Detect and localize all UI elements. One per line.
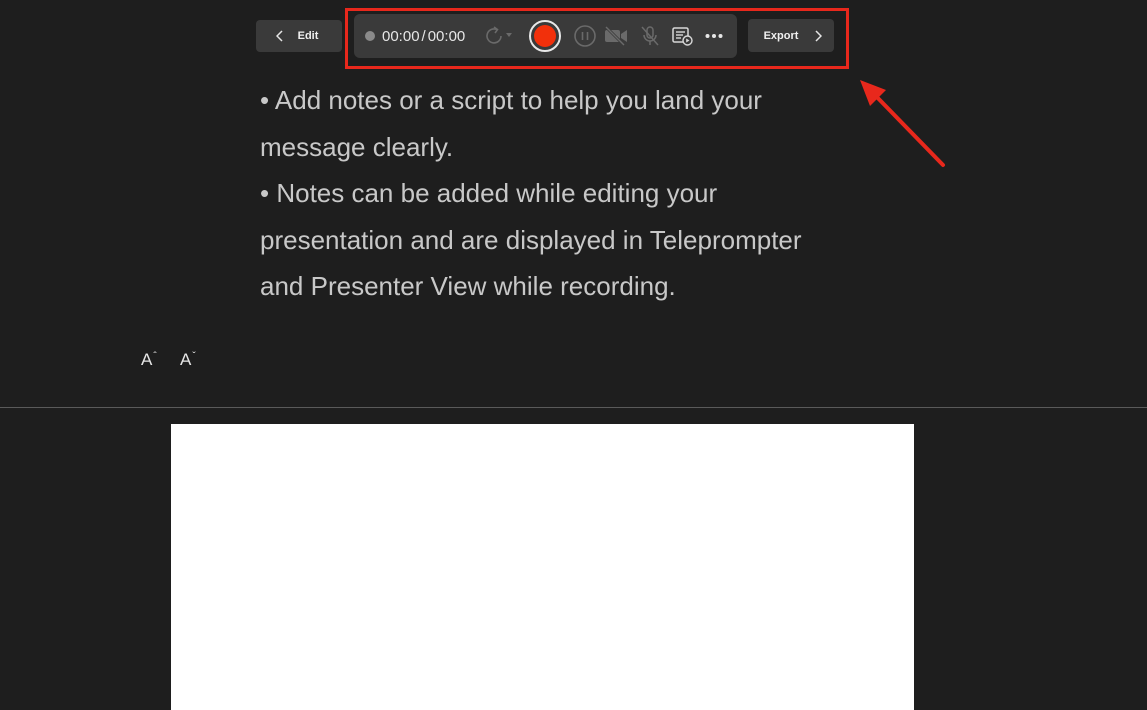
caret-down-icon: ˇ — [192, 351, 196, 362]
edit-button-label: Edit — [297, 30, 319, 42]
decrease-font-size-button[interactable]: Aˇ — [180, 350, 204, 374]
notes-line: • Notes can be added while editing your … — [260, 178, 802, 301]
pane-divider[interactable] — [0, 407, 1147, 408]
recording-studio: Edit 00:00 / 00:00 Export • Add notes or… — [0, 0, 1147, 710]
notes-line: • Add notes or a script to help you land… — [260, 85, 762, 162]
chevron-left-icon — [275, 30, 283, 42]
toolbar-highlight-box — [345, 8, 849, 69]
slide-preview — [171, 424, 914, 710]
decrease-font-label: A — [180, 350, 192, 369]
edit-button[interactable]: Edit — [256, 20, 342, 52]
increase-font-size-button[interactable]: Aˆ — [141, 350, 165, 374]
teleprompter-notes: • Add notes or a script to help you land… — [260, 77, 840, 310]
annotation-arrow-icon — [860, 80, 945, 167]
caret-up-icon: ˆ — [153, 351, 157, 362]
increase-font-label: A — [141, 350, 153, 369]
